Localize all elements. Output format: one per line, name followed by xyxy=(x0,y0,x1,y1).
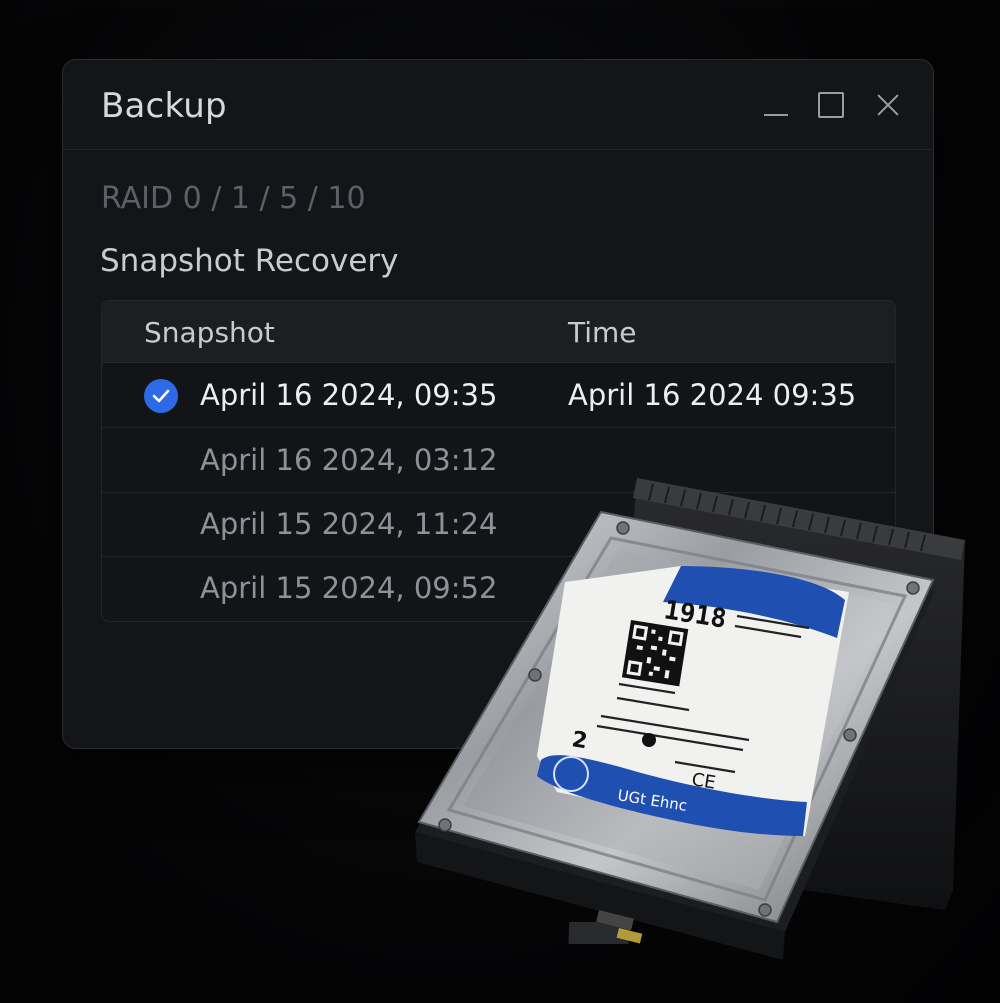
snapshot-cell: April 15 2024, 11:24 xyxy=(200,507,498,541)
maximize-icon xyxy=(818,92,844,118)
drive-brand-text: UGt Ehnc xyxy=(616,786,688,815)
snapshot-table: Snapshot Time April 16 2024, 09:35 April… xyxy=(101,300,896,622)
column-header-time: Time xyxy=(568,316,637,349)
snapshot-recovery-heading: Snapshot Recovery xyxy=(100,243,399,279)
snapshot-cell: April 15 2024, 09:52 xyxy=(200,571,498,605)
column-header-snapshot: Snapshot xyxy=(144,316,275,349)
raid-levels-label: RAID 0 / 1 / 5 / 10 xyxy=(101,181,366,216)
snapshot-cell: April 16 2024, 09:35 xyxy=(200,378,498,412)
close-button[interactable] xyxy=(871,88,905,122)
snapshot-cell: April 16 2024, 03:12 xyxy=(200,443,498,477)
check-circle-icon xyxy=(144,379,178,413)
desktop-background: Backup RAID 0 / 1 / 5 / 10 Snapshot Reco… xyxy=(0,0,1000,1003)
table-header: Snapshot Time xyxy=(102,301,895,363)
minimize-button[interactable] xyxy=(759,88,793,122)
table-row[interactable]: April 15 2024, 09:52 xyxy=(102,556,895,620)
title-bar: Backup xyxy=(63,60,933,150)
table-row[interactable]: April 15 2024, 11:24 xyxy=(102,492,895,557)
maximize-button[interactable] xyxy=(814,88,848,122)
backup-window: Backup RAID 0 / 1 / 5 / 10 Snapshot Reco… xyxy=(62,59,934,749)
table-row[interactable]: April 16 2024, 09:35 April 16 2024 09:35 xyxy=(102,363,895,428)
close-icon xyxy=(874,91,902,119)
table-row[interactable]: April 16 2024, 03:12 xyxy=(102,428,895,493)
window-title: Backup xyxy=(101,86,227,126)
minimize-icon xyxy=(764,114,788,116)
time-cell: April 16 2024 09:35 xyxy=(568,378,857,412)
ce-mark-text: CE xyxy=(690,769,717,793)
